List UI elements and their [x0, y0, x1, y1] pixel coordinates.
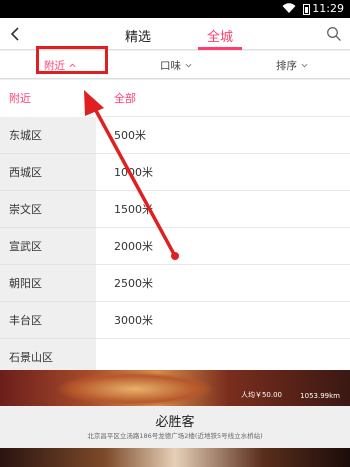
restaurant-photo[interactable]: 人均￥50.00 1053.99km: [0, 370, 350, 406]
next-restaurant-photo[interactable]: [0, 448, 350, 467]
distance-item-1000m[interactable]: 1000米: [96, 154, 350, 191]
chevron-down-icon: [185, 63, 192, 68]
filter-taste[interactable]: 口味: [160, 58, 192, 73]
chevron-down-icon: [301, 63, 308, 68]
distance-item-2000m[interactable]: 2000米: [96, 228, 350, 265]
filter-sort[interactable]: 排序: [276, 58, 308, 73]
district-list: 附近 东城区 西城区 崇文区 宣武区 朝阳区 丰台区 石景山区: [0, 80, 96, 376]
status-time: 11:29: [312, 2, 344, 15]
district-item-chongwen[interactable]: 崇文区: [0, 191, 96, 228]
restaurant-name: 必胜客: [155, 415, 195, 430]
restaurant-address: 北京昌平区立汤路186号龙德广场2楼(近地铁5号线立水桥站): [87, 432, 263, 440]
search-icon[interactable]: [326, 26, 342, 42]
district-item-chaoyang[interactable]: 朝阳区: [0, 265, 96, 302]
distance-item-500m[interactable]: 500米: [96, 117, 350, 154]
distance-item-2500m[interactable]: 2500米: [96, 265, 350, 302]
food-image: [55, 372, 215, 406]
location-dropdown: 附近 东城区 西城区 崇文区 宣武区 朝阳区 丰台区 石景山区 全部 500米 …: [0, 80, 350, 376]
district-item-fengtai[interactable]: 丰台区: [0, 302, 96, 339]
active-tab-indicator: [198, 47, 242, 50]
status-bar: 11:29: [0, 0, 350, 18]
distance-item-all[interactable]: 全部: [96, 80, 350, 117]
district-item-xicheng[interactable]: 西城区: [0, 154, 96, 191]
distance-item-1500m[interactable]: 1500米: [96, 191, 350, 228]
restaurant-card[interactable]: 必胜客 北京昌平区立汤路186号龙德广场2楼(近地铁5号线立水桥站): [0, 406, 350, 448]
distance-list: 全部 500米 1000米 1500米 2000米 2500米 3000米: [96, 80, 350, 370]
district-item-dongcheng[interactable]: 东城区: [0, 117, 96, 154]
annotation-highlight-box: [36, 46, 108, 74]
wifi-icon: [282, 3, 296, 14]
filter-sort-label: 排序: [276, 60, 297, 72]
price-per-person: 人均￥50.00: [240, 391, 282, 399]
distance-label: 1053.99km: [300, 392, 340, 400]
district-item-xuanwu[interactable]: 宣武区: [0, 228, 96, 265]
back-arrow-icon[interactable]: [8, 24, 22, 44]
battery-icon: [303, 4, 310, 15]
tab-citywide[interactable]: 全城: [207, 26, 233, 45]
tab-featured[interactable]: 精选: [125, 26, 151, 45]
district-item-nearby[interactable]: 附近: [0, 80, 96, 117]
distance-item-3000m[interactable]: 3000米: [96, 302, 350, 339]
filter-taste-label: 口味: [160, 60, 181, 72]
